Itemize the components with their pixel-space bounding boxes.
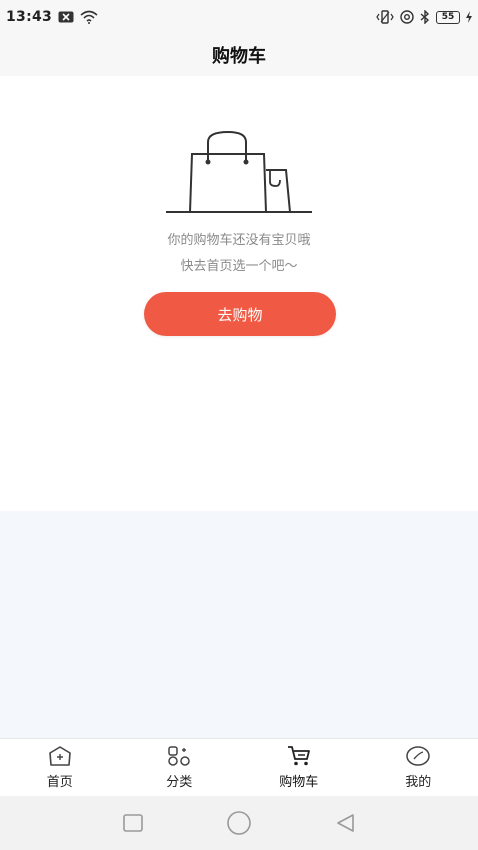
category-icon bbox=[166, 744, 192, 768]
notification-x-icon bbox=[58, 11, 74, 23]
cart-icon bbox=[286, 744, 312, 768]
status-time: 13:43 bbox=[6, 9, 53, 25]
wifi-icon bbox=[80, 10, 98, 24]
tab-home[interactable]: 首页 bbox=[0, 739, 120, 796]
charging-icon bbox=[466, 11, 472, 23]
header: 购物车 bbox=[0, 34, 478, 76]
tab-category[interactable]: 分类 bbox=[120, 739, 240, 796]
bottom-tab-bar: 首页 分类 购物车 我的 bbox=[0, 738, 478, 796]
profile-icon bbox=[405, 744, 431, 768]
empty-cart-panel: 你的购物车还没有宝贝哦 快去首页选一个吧～ 去购物 bbox=[0, 76, 478, 511]
go-shopping-button[interactable]: 去购物 bbox=[144, 292, 336, 336]
tab-home-label: 首页 bbox=[46, 775, 73, 790]
shopping-bag-icon bbox=[166, 130, 312, 213]
status-right: 55 bbox=[376, 10, 472, 24]
back-icon[interactable] bbox=[331, 809, 359, 837]
status-left: 13:43 bbox=[6, 9, 98, 25]
tab-cart[interactable]: 购物车 bbox=[239, 739, 359, 796]
at-icon bbox=[400, 10, 414, 24]
tab-category-label: 分类 bbox=[166, 775, 193, 790]
empty-message-line1: 你的购物车还没有宝贝哦 bbox=[167, 233, 311, 248]
tab-profile[interactable]: 我的 bbox=[359, 739, 478, 796]
status-bar: 13:43 55 bbox=[0, 0, 478, 34]
recent-apps-icon[interactable] bbox=[119, 809, 147, 837]
tab-profile-label: 我的 bbox=[405, 775, 432, 790]
page-title: 购物车 bbox=[212, 46, 266, 67]
home-icon bbox=[47, 744, 73, 768]
vibrate-icon bbox=[376, 10, 394, 24]
empty-message-line2: 快去首页选一个吧～ bbox=[180, 259, 298, 274]
home-circle-icon[interactable] bbox=[225, 809, 253, 837]
tab-cart-label: 购物车 bbox=[279, 775, 319, 790]
battery-icon: 55 bbox=[436, 10, 460, 24]
system-navigation-bar bbox=[0, 796, 478, 850]
bluetooth-icon bbox=[420, 10, 430, 24]
